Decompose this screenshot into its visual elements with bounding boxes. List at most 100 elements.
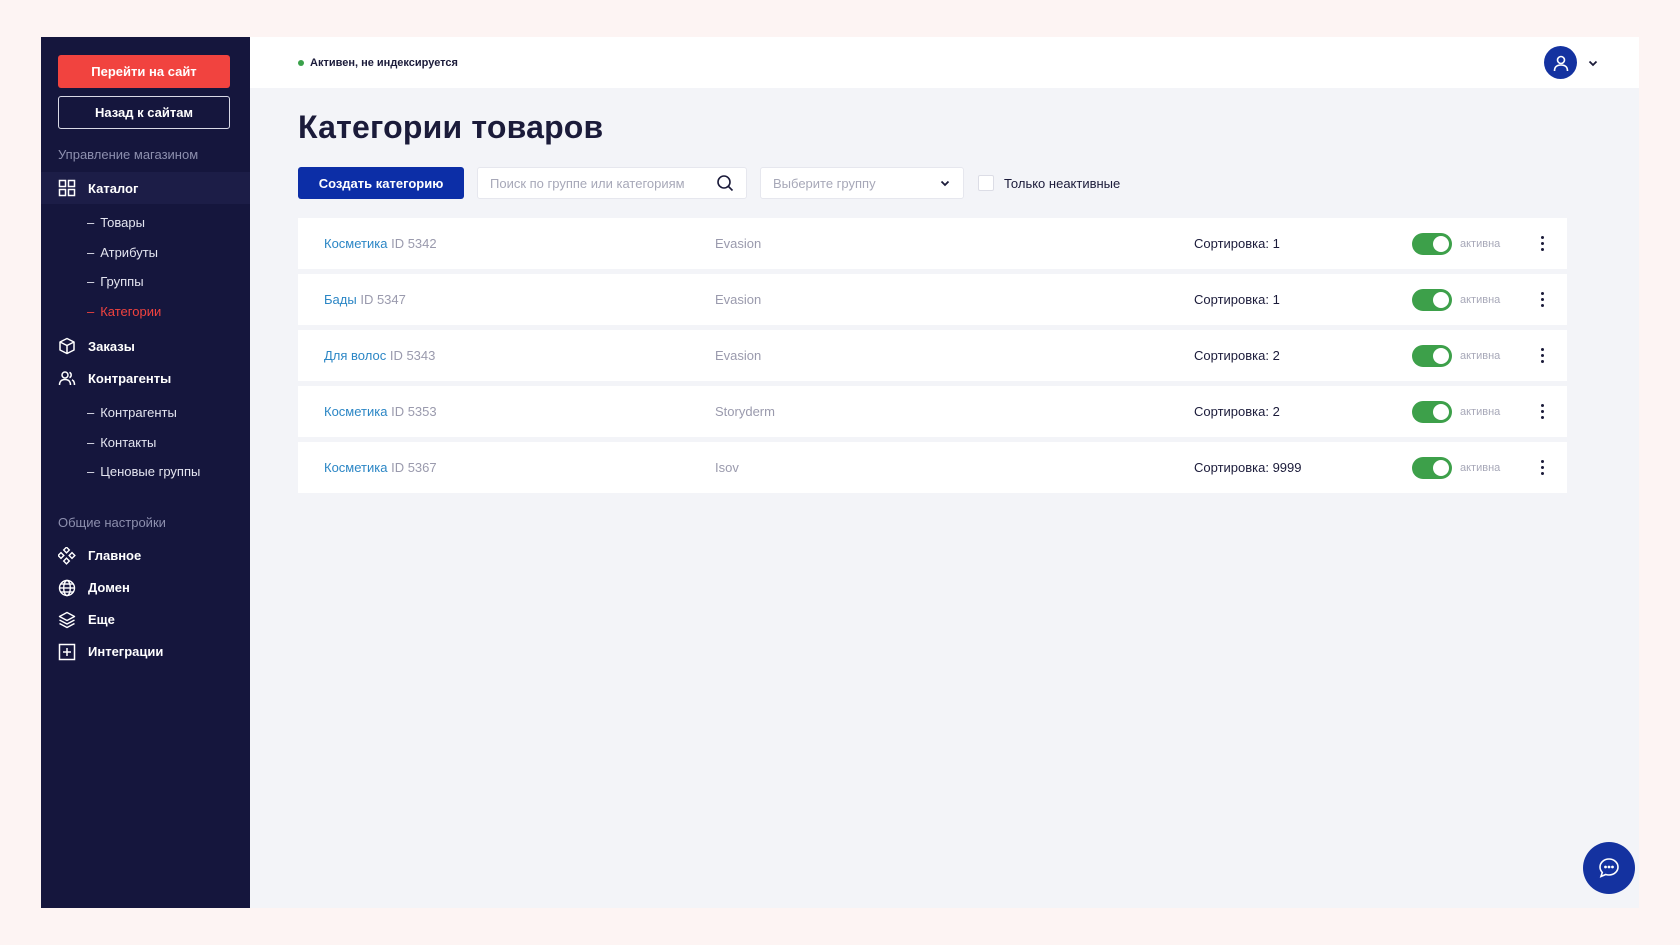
sidebar: Перейти на сайт Назад к сайтам Управлени…	[41, 37, 250, 908]
site-status: Активен, не индексируется	[298, 57, 458, 69]
category-id: ID 5347	[360, 292, 406, 307]
grid-icon	[58, 179, 76, 197]
category-link[interactable]: Косметика	[324, 460, 387, 475]
table-row: Косметика ID 5353 Storyderm Сортировка: …	[298, 386, 1567, 437]
back-to-sites-button[interactable]: Назад к сайтам	[58, 96, 230, 129]
go-to-site-button[interactable]: Перейти на сайт	[58, 55, 230, 88]
layers-icon	[58, 611, 76, 629]
more-vertical-icon[interactable]	[1534, 457, 1550, 479]
active-toggle[interactable]	[1412, 456, 1452, 479]
only-inactive-label: Только неактивные	[1004, 175, 1121, 191]
category-list: Косметика ID 5342 Evasion Сортировка: 1 …	[298, 218, 1593, 493]
category-group: Storyderm	[715, 404, 775, 419]
category-name: Косметика ID 5353	[324, 404, 437, 419]
group-select[interactable]: Выберите группу	[760, 167, 964, 199]
more-vertical-icon[interactable]	[1534, 233, 1550, 255]
chat-bubble-icon	[1599, 858, 1619, 878]
chevron-down-icon[interactable]	[1587, 57, 1599, 69]
category-id: ID 5343	[389, 348, 436, 363]
sidebar-item-label: Главное	[88, 548, 142, 563]
search-icon[interactable]	[716, 174, 734, 192]
sidebar-item-orders[interactable]: Заказы	[41, 330, 250, 362]
category-group: Isov	[715, 460, 739, 475]
more-vertical-icon[interactable]	[1534, 345, 1550, 367]
sidebar-item-counterparties[interactable]: Контрагенты	[41, 362, 250, 394]
category-link[interactable]: Для волос	[324, 348, 386, 363]
user-icon	[1553, 55, 1568, 71]
active-state-label: активна	[1460, 349, 1501, 362]
box-icon	[58, 337, 76, 355]
sidebar-item-label: Контрагенты	[88, 370, 172, 386]
users-icon	[58, 369, 76, 387]
user-menu[interactable]	[1544, 46, 1599, 79]
table-row: Бады ID 5347 Evasion Сортировка: 1 актив…	[298, 274, 1567, 325]
sidebar-item-label: Заказы	[88, 338, 135, 354]
search-box[interactable]	[477, 167, 747, 199]
category-sort: Сортировка: 1	[1194, 292, 1280, 307]
category-sort: Сортировка: 1	[1194, 236, 1280, 251]
sidebar-item-label: Каталог	[88, 180, 139, 196]
category-name: Для волос ID 5343	[324, 348, 435, 363]
active-state-label: активна	[1460, 293, 1501, 306]
sidebar-sub-counterparties[interactable]: – Контрагенты	[41, 398, 250, 428]
active-state-label: активна	[1460, 237, 1501, 250]
category-name: Бады ID 5347	[324, 292, 406, 307]
category-id: ID 5353	[391, 404, 437, 419]
site-status-text: Активен, не индексируется	[310, 56, 458, 69]
chevron-down-icon	[940, 180, 950, 187]
sidebar-item-more[interactable]: Еще	[41, 604, 250, 636]
active-toggle[interactable]	[1412, 232, 1452, 255]
sidebar-item-label: Домен	[88, 580, 130, 595]
globe-icon	[58, 579, 76, 597]
category-group: Evasion	[715, 236, 762, 251]
page-content: Категории товаров Создать категорию Выбе…	[250, 88, 1639, 493]
app-frame: Перейти на сайт Назад к сайтам Управлени…	[41, 37, 1639, 908]
category-name: Косметика ID 5367	[324, 460, 437, 475]
active-toggle[interactable]	[1412, 400, 1452, 423]
active-state-label: активна	[1460, 461, 1501, 474]
sidebar-section-general: Общие настройки	[58, 514, 166, 530]
category-group: Evasion	[715, 348, 762, 363]
table-row: Косметика ID 5342 Evasion Сортировка: 1 …	[298, 218, 1567, 269]
category-id: ID 5367	[391, 460, 437, 475]
category-link[interactable]: Косметика	[324, 404, 387, 419]
active-toggle[interactable]	[1412, 344, 1452, 367]
status-dot	[298, 59, 304, 66]
search-input[interactable]	[490, 175, 716, 191]
table-row: Косметика ID 5367 Isov Сортировка: 9999 …	[298, 442, 1567, 493]
category-link[interactable]: Косметика	[324, 236, 387, 251]
group-select-value: Выберите группу	[773, 175, 876, 191]
sidebar-item-label: Интеграции	[88, 644, 164, 659]
sidebar-sub-products[interactable]: – Товары	[41, 208, 250, 238]
category-link[interactable]: Бады	[324, 292, 357, 307]
diamond-grid-icon	[58, 546, 76, 565]
category-sort: Сортировка: 9999	[1194, 460, 1302, 475]
sidebar-item-main[interactable]: Главное	[41, 540, 250, 572]
active-toggle[interactable]	[1412, 288, 1452, 311]
sidebar-sub-contacts[interactable]: – Контакты	[41, 428, 250, 458]
sidebar-sub-categories[interactable]: – Категории	[41, 297, 250, 327]
toolbar: Создать категорию Выберите группу Только…	[298, 167, 1593, 199]
more-vertical-icon[interactable]	[1534, 289, 1550, 311]
main-area: Активен, не индексируется Категории това…	[250, 37, 1639, 908]
plus-square-icon	[58, 643, 76, 661]
sidebar-item-label: Еще	[88, 612, 115, 627]
checkbox-box[interactable]	[978, 175, 994, 191]
category-sort: Сортировка: 2	[1194, 348, 1280, 363]
sidebar-item-domain[interactable]: Домен	[41, 572, 250, 604]
chat-button[interactable]	[1583, 842, 1635, 894]
create-category-button[interactable]: Создать категорию	[298, 167, 464, 199]
avatar[interactable]	[1544, 46, 1577, 79]
sidebar-sub-attributes[interactable]: – Атрибуты	[41, 238, 250, 268]
only-inactive-checkbox[interactable]: Только неактивные	[978, 175, 1120, 191]
sidebar-sub-price-groups[interactable]: – Ценовые группы	[41, 457, 250, 487]
topbar: Активен, не индексируется	[250, 37, 1639, 88]
category-id: ID 5342	[391, 236, 437, 251]
sidebar-sub-groups[interactable]: – Группы	[41, 267, 250, 297]
sidebar-item-integrations[interactable]: Интеграции	[41, 636, 250, 668]
sidebar-item-catalog[interactable]: Каталог	[41, 172, 250, 204]
table-row: Для волос ID 5343 Evasion Сортировка: 2 …	[298, 330, 1567, 381]
more-vertical-icon[interactable]	[1534, 401, 1550, 423]
sidebar-section-shop: Управление магазином	[58, 147, 199, 162]
category-name: Косметика ID 5342	[324, 236, 437, 251]
